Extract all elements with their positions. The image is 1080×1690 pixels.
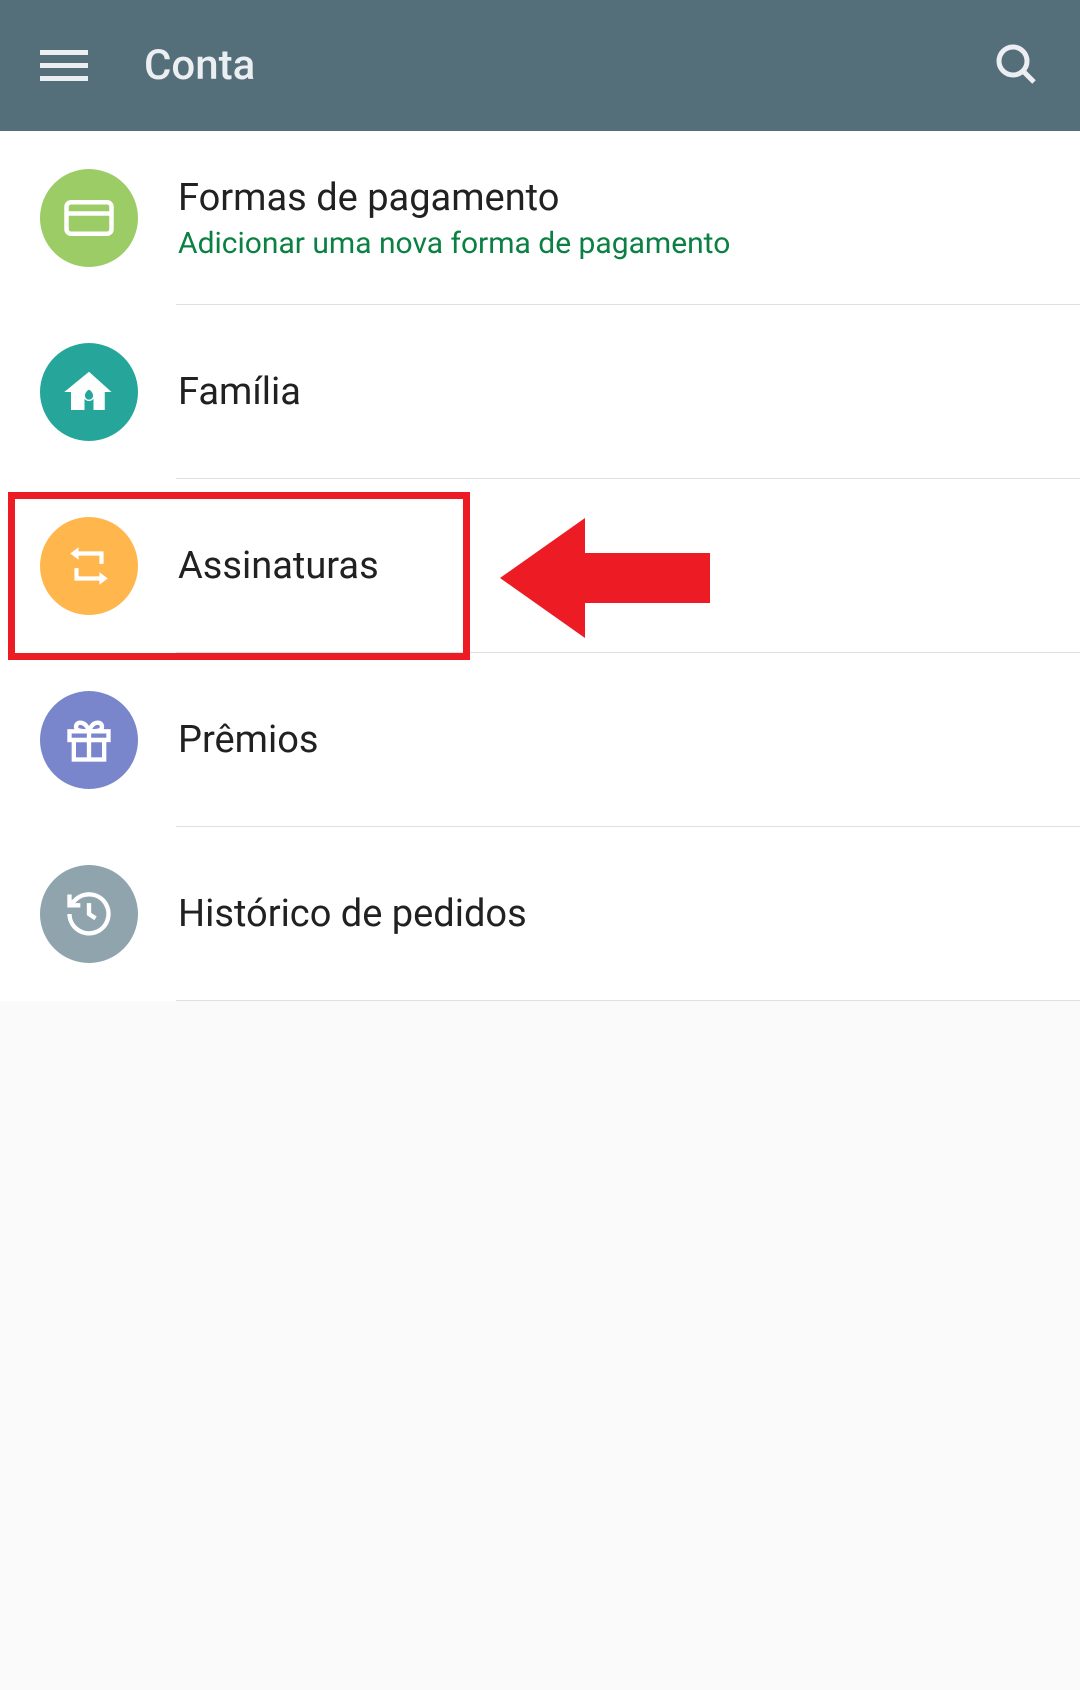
home-icon [40,343,138,441]
item-content: Assinaturas [178,544,379,588]
item-content: Prêmios [178,718,319,762]
item-subtitle: Adicionar uma nova forma de pagamento [178,226,730,261]
account-menu-list: Formas de pagamento Adicionar uma nova f… [0,131,1080,1001]
list-item-order-history[interactable]: Histórico de pedidos [0,827,1080,1001]
refresh-icon [40,517,138,615]
list-item-subscriptions[interactable]: Assinaturas [0,479,1080,653]
hamburger-menu-icon[interactable] [40,42,88,90]
search-icon[interactable] [992,40,1040,92]
item-content: Família [178,370,301,414]
item-title: Prêmios [178,718,319,762]
item-content: Formas de pagamento Adicionar uma nova f… [178,176,730,261]
item-content: Histórico de pedidos [178,892,527,936]
item-title: Histórico de pedidos [178,892,527,936]
list-item-rewards[interactable]: Prêmios [0,653,1080,827]
item-title: Família [178,370,301,414]
app-header: Conta [0,0,1080,131]
history-icon [40,865,138,963]
list-item-payment-methods[interactable]: Formas de pagamento Adicionar uma nova f… [0,131,1080,305]
item-title: Assinaturas [178,544,379,588]
item-title: Formas de pagamento [178,176,730,220]
list-item-family[interactable]: Família [0,305,1080,479]
gift-icon [40,691,138,789]
card-icon [40,169,138,267]
page-title: Conta [144,41,255,90]
